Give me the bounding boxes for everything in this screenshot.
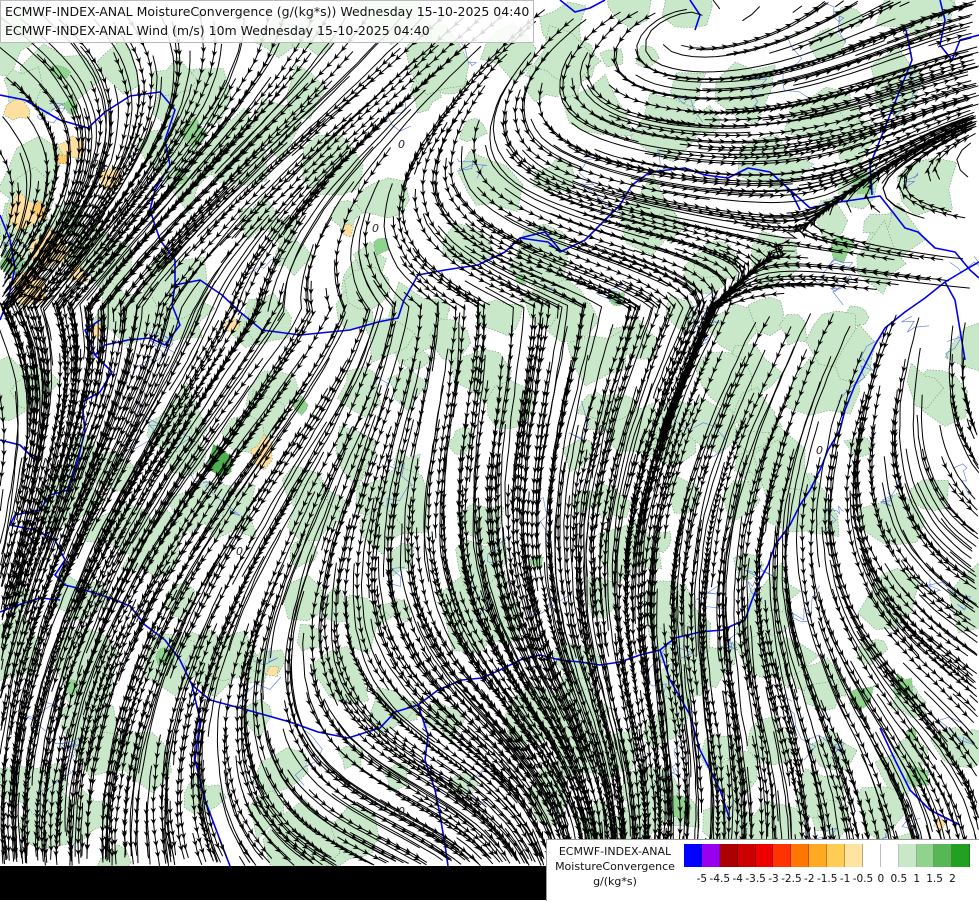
legend-swatch <box>702 844 720 867</box>
map-title-line-1: ECMWF-INDEX-ANAL MoistureConvergence (g/… <box>5 2 529 21</box>
legend-swatch <box>720 844 738 867</box>
legend-parameter: MoistureConvergence <box>551 859 679 874</box>
legend-tick: -1.5 <box>817 873 838 885</box>
legend-swatch <box>952 844 970 867</box>
legend-swatch <box>809 844 827 867</box>
legend-tick: 2 <box>949 873 956 885</box>
map-title-box: ECMWF-INDEX-ANAL MoistureConvergence (g/… <box>0 0 534 43</box>
legend-tick: -3 <box>768 873 778 885</box>
contour-label: 0 <box>372 222 379 235</box>
legend-swatch <box>827 844 845 867</box>
contour-label: 0 <box>398 138 405 151</box>
legend-swatch <box>738 844 756 867</box>
legend-tick: -3.5 <box>745 873 766 885</box>
legend-tick: -2 <box>804 873 814 885</box>
map-title-line-2: ECMWF-INDEX-ANAL Wind (m/s) 10m Wednesda… <box>5 21 529 40</box>
legend-color-scale <box>684 844 970 867</box>
legend-swatch <box>845 844 863 867</box>
legend-unit: g/(kg*s) <box>551 874 679 889</box>
legend-tick: 1.5 <box>926 873 943 885</box>
contour-label: 0 <box>602 520 609 533</box>
legend-tick: -0.5 <box>853 873 874 885</box>
legend-swatch <box>684 844 702 867</box>
contour-label: 0 <box>398 805 405 818</box>
legend-swatch <box>917 844 935 867</box>
legend-swatch <box>756 844 774 867</box>
legend-tick-labels: -5-4.5-4-3.5-3-2.5-2-1.5-1-0.5 0 0.5 1 1.5 2 <box>684 873 971 889</box>
legend-swatch <box>934 844 952 867</box>
legend-swatch <box>881 844 899 867</box>
moisture-convergence-map: -0.5 0 0 0 0 0 0 0 0 <box>0 0 979 900</box>
legend-tick: -1 <box>840 873 850 885</box>
contour-label: 0 <box>816 444 823 457</box>
legend-tick: 0 <box>878 873 885 885</box>
legend-swatch <box>899 844 917 867</box>
legend-swatch <box>791 844 809 867</box>
contour-label: 0 <box>236 545 243 558</box>
legend-swatch <box>863 844 881 867</box>
legend-caption: ECMWF-INDEX-ANAL MoistureConvergence g/(… <box>551 844 679 889</box>
legend-tick: -2.5 <box>781 873 802 885</box>
contour-label: 0 <box>598 423 605 436</box>
legend-tick: -5 <box>697 873 707 885</box>
legend-tick: 1 <box>913 873 920 885</box>
contour-label: 0 <box>366 682 373 695</box>
legend-tick: -4 <box>732 873 742 885</box>
legend-tick: -4.5 <box>710 873 731 885</box>
wind-streamline <box>71 837 72 859</box>
colorbar-legend: ECMWF-INDEX-ANAL MoistureConvergence g/(… <box>546 839 979 901</box>
legend-model: ECMWF-INDEX-ANAL <box>551 844 679 859</box>
legend-swatch <box>773 844 791 867</box>
legend-tick: 0.5 <box>890 873 907 885</box>
